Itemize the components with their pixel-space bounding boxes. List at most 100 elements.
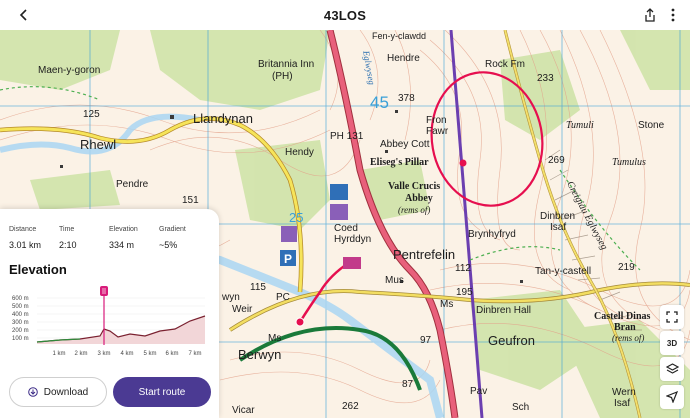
map-label: 125 [83,109,100,120]
map-label: Hendre [387,53,420,64]
map-label: Fron [426,115,447,126]
map-label: Abbey [405,193,433,204]
map-label: 97 [420,335,432,346]
3d-label: 3D [666,338,678,348]
stat-value: ~5% [159,240,178,250]
map-label: Fen-y-clawdd [372,31,427,41]
stat-label: Gradient [159,226,186,233]
map-label: Pendre [116,179,149,190]
map-label: (rems of) [398,205,431,215]
map-label: Castell Dinas [594,311,651,322]
layers-icon [665,363,679,374]
map-label: 269 [548,155,565,166]
more-options-button[interactable] [663,5,683,25]
map-label: Valle Crucis [388,181,441,192]
map-label: 25 [289,210,304,225]
y-tick: 100 m [12,336,29,342]
start-route-button[interactable]: Start route [113,377,211,407]
stat-label: Time [59,226,75,233]
start-route-label: Start route [138,386,186,398]
map-label: Rock Fm [485,59,525,70]
map-label: Isaf [614,398,631,409]
stat-elevation: Elevation 334 m [109,226,159,250]
layers-button[interactable] [660,357,684,381]
map-label: Maen-y-goron [38,65,101,76]
download-label: Download [43,386,89,398]
map-label: 378 [398,93,415,104]
map-label: Berwyn [238,347,282,362]
locate-button[interactable] [660,385,684,409]
back-button[interactable] [14,5,34,25]
map-label: Tumulus [612,157,646,168]
route-details-panel: Distance 3.01 km Time 2:10 Elevation 334… [0,209,219,418]
map-label: PH 131 [330,131,364,142]
stat-value: 334 m [109,240,135,250]
map-label: 195 [456,287,473,298]
map-label: Hyrddyn [334,234,372,245]
map-label: Pav [470,386,488,397]
stat-time: Time 2:10 [59,226,109,250]
x-tick: 4 km [120,351,133,357]
elevation-title: Elevation [9,262,67,277]
y-tick: 300 m [12,320,29,326]
map-label: 151 [182,195,199,206]
map-label: Ms [440,299,454,310]
y-tick: 400 m [12,312,29,318]
map-label: 87 [402,379,414,390]
map-label: 233 [537,73,554,84]
map-label: (PH) [272,71,293,82]
y-tick: 600 m [12,296,29,302]
map-label: Tan-y-castell [535,266,592,277]
top-bar: 43LOS [0,0,690,30]
map-label: Stone [638,120,665,131]
page-title: 43LOS [323,7,367,23]
map-label: Llandynan [193,111,253,126]
map-label: Ms [268,333,282,344]
stat-value: 3.01 km [9,240,42,250]
map-label: Hendy [285,147,314,158]
stat-value: 2:10 [59,240,77,250]
map-label: Bran [614,322,636,333]
y-tick: 200 m [12,328,29,334]
map-label: (rems of) [612,333,645,343]
stat-label: Elevation [109,226,138,233]
map-label: Dinbren Hall [476,305,532,316]
map-label: Dinbren [540,211,576,222]
map-label: 112 [455,263,471,274]
download-icon [27,387,38,397]
elevation-chart[interactable]: 600 m 500 m 400 m 300 m 200 m 100 m 1 km… [0,281,219,361]
map-label: Britannia Inn [258,59,315,70]
x-tick: 1 km [52,351,65,357]
x-tick: 2 km [74,351,87,357]
x-tick: 5 km [143,351,156,357]
map-label: Vicar [232,405,255,416]
navigation-arrow-icon [666,391,678,403]
map-label: 115 [250,282,266,293]
map-label: Abbey Cott [380,139,430,150]
map-label: PC [276,292,290,303]
more-vertical-icon [671,8,675,22]
stat-gradient: Gradient ~5% [159,226,209,250]
expand-icon [666,311,678,323]
map-label: Rhewl [80,137,117,152]
map-label: Mus [385,275,404,286]
3d-toggle-button[interactable]: 3D [660,331,684,355]
map-label: Fawr [426,126,449,137]
map-label: 45 [370,93,389,112]
expand-map-button[interactable] [660,305,684,329]
map-label: Wern [612,387,636,398]
x-tick: 6 km [165,351,178,357]
map-label: wyn [222,292,240,303]
x-tick: 7 km [188,351,201,357]
map-label: Brynhyfryd [468,229,516,240]
chevron-left-icon [19,9,27,21]
map-label: Eliseg's Pillar [370,157,429,168]
download-button[interactable]: Download [9,377,107,407]
map-label: Tumuli [566,120,594,131]
map-label: Weir [232,304,253,315]
stat-label: Distance [9,226,37,233]
map-label: 219 [618,262,635,273]
share-button[interactable] [640,5,660,25]
map-label: 262 [342,401,359,412]
share-icon [645,8,655,22]
